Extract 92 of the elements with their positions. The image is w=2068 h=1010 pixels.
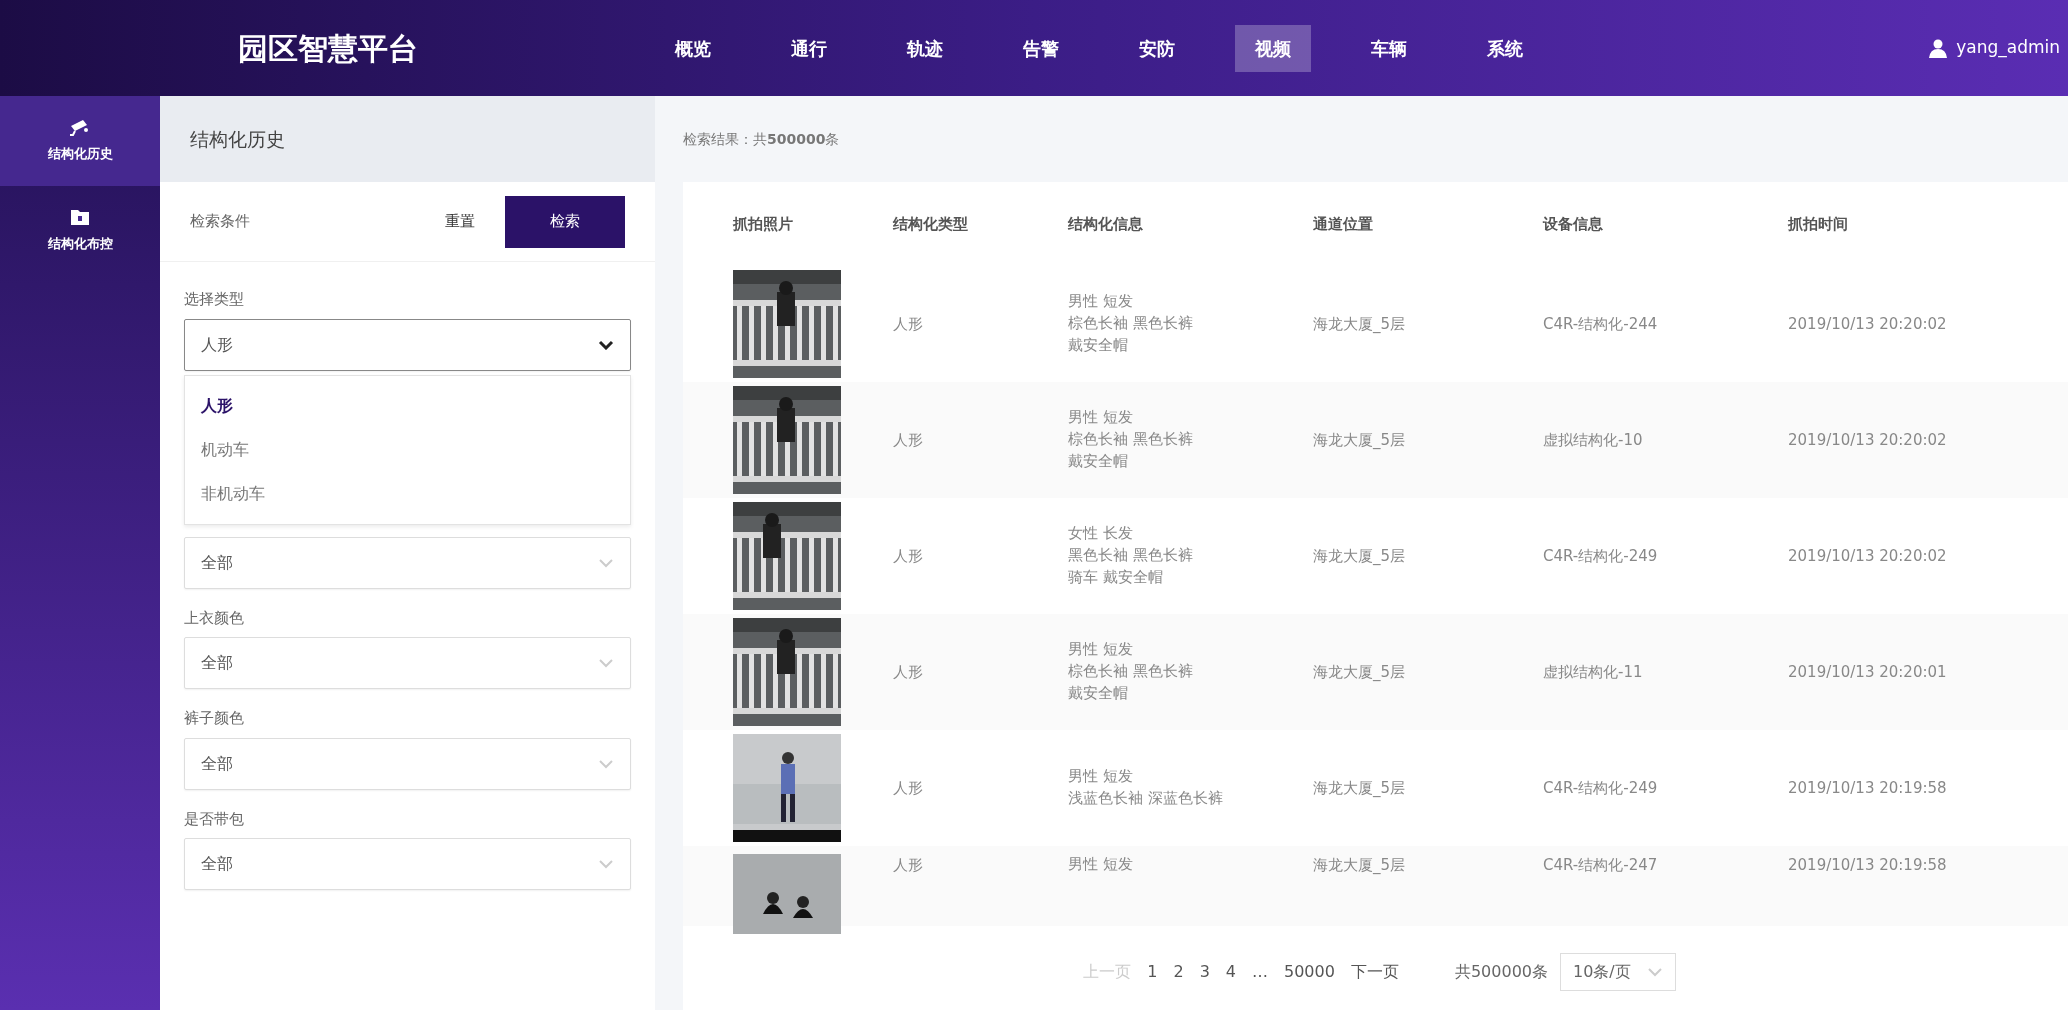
table-cell: C4R-结构化-247	[1543, 856, 1658, 874]
result-summary: 检索结果：共500000条	[683, 129, 840, 149]
field-label: 上衣颜色	[184, 607, 245, 629]
dropdown-option[interactable]: 人形	[185, 383, 630, 428]
nav-tab[interactable]: 通行	[771, 24, 847, 72]
section-label: 检索条件	[190, 211, 251, 233]
page-button[interactable]: 2	[1165, 960, 1192, 984]
page-button[interactable]: …	[1244, 960, 1276, 984]
user-name[interactable]: yang_admin	[1956, 35, 2060, 61]
table-cell-text: 男性 短发	[1068, 854, 1134, 875]
nav-tab[interactable]: 车辆	[1351, 24, 1427, 72]
table-cell: 人形	[893, 662, 923, 681]
page-button[interactable]: 4	[1217, 960, 1244, 984]
table-cell: 2019/10/13 20:19:58	[1788, 778, 1947, 797]
table-cell-text: 棕色长袖 黑色长裤	[1068, 313, 1194, 335]
column-header: 结构化类型	[893, 213, 969, 235]
select-field[interactable]: 全部	[184, 536, 631, 589]
table-cell: 2019/10/13 20:20:02	[1788, 314, 1947, 333]
field-label: 选择类型	[184, 289, 245, 310]
app-title: 园区智慧平台	[236, 29, 419, 68]
table-cell-text: 女性 长发	[1068, 523, 1134, 545]
table-cell: 虚拟结构化-10	[1543, 430, 1643, 449]
folder-icon	[70, 208, 90, 227]
table-cell: 2019/10/13 20:19:58	[1788, 856, 1947, 874]
page-size-select[interactable]: 10条/页	[1560, 953, 1676, 991]
table-cell-text: 棕色长袖 黑色长裤	[1068, 429, 1194, 451]
table-cell-text: 男性 短发	[1068, 407, 1134, 429]
panel-title: 结构化历史	[190, 126, 285, 152]
nav-tab[interactable]: 视频	[1235, 24, 1311, 72]
table-cell: 海龙大厦_5层	[1313, 778, 1406, 797]
column-header: 抓拍照片	[732, 213, 794, 235]
table-cell: 海龙大厦_5层	[1313, 546, 1406, 565]
nav-tab[interactable]: 安防	[1119, 24, 1195, 72]
table-cell: 人形	[893, 856, 923, 874]
camera-icon	[69, 118, 91, 137]
select-field[interactable]: 全部	[184, 838, 631, 890]
field-label: 裤子颜色	[184, 708, 245, 729]
table-cell-text: 骑车 戴安全帽	[1068, 566, 1164, 588]
table-cell: 人形	[893, 430, 923, 449]
next-page-button[interactable]: 下一页	[1342, 960, 1407, 984]
page-button[interactable]: 3	[1191, 960, 1218, 984]
column-header: 设备信息	[1543, 213, 1604, 235]
table-cell: 海龙大厦_5层	[1313, 662, 1406, 681]
user-icon	[1928, 38, 1949, 58]
page-button[interactable]: 50000	[1276, 960, 1343, 984]
table-cell: C4R-结构化-249	[1543, 546, 1658, 565]
table-cell: 虚拟结构化-11	[1543, 662, 1643, 681]
table-cell: 人形	[893, 546, 923, 565]
chevron-icon	[1646, 967, 1663, 977]
table-cell-text: 黑色长袖 黑色长裤	[1068, 545, 1194, 567]
nav-tab[interactable]: 告警	[1003, 24, 1079, 72]
column-header: 结构化信息	[1068, 213, 1144, 235]
nav-tab[interactable]: 系统	[1467, 24, 1543, 72]
field-label: 是否带包	[184, 808, 245, 830]
reset-button[interactable]: 重置	[439, 209, 481, 234]
column-header: 通道位置	[1313, 213, 1374, 235]
table-cell-text: 棕色长袖 黑色长裤	[1068, 661, 1194, 683]
table-cell: 海龙大厦_5层	[1313, 314, 1406, 333]
nav-tab[interactable]: 概览	[655, 24, 731, 72]
table-cell-text: 戴安全帽	[1068, 334, 1129, 356]
table-cell-text: 男性 短发	[1068, 639, 1134, 661]
dropdown-option[interactable]: 非机动车	[185, 471, 630, 516]
sidebar-item[interactable]: 结构化历史	[0, 96, 160, 186]
table-cell: 人形	[893, 778, 923, 797]
select-field[interactable]: 全部	[184, 737, 631, 790]
chevron-icon	[598, 339, 614, 350]
search-button[interactable]: 检索	[505, 195, 625, 248]
table-cell: C4R-结构化-249	[1543, 778, 1658, 797]
table-cell: 2019/10/13 20:20:02	[1788, 546, 1947, 565]
table-cell-text: 戴安全帽	[1068, 450, 1129, 472]
table-cell: 2019/10/13 20:20:01	[1788, 662, 1947, 681]
select-field[interactable]: 全部	[184, 637, 631, 689]
page-button[interactable]: 1	[1139, 960, 1166, 984]
chevron-icon	[598, 758, 614, 769]
chevron-icon	[598, 557, 614, 568]
column-header: 抓拍时间	[1788, 213, 1849, 235]
dropdown-option[interactable]: 机动车	[185, 427, 630, 472]
nav-tab[interactable]: 轨迹	[887, 24, 963, 72]
table-cell-text: 男性 短发	[1068, 766, 1134, 788]
chevron-icon	[598, 859, 614, 869]
table-cell: 海龙大厦_5层	[1313, 856, 1406, 874]
table-cell: C4R-结构化-244	[1543, 314, 1658, 333]
sidebar-item[interactable]: 结构化布控	[0, 186, 160, 276]
table-cell-text: 戴安全帽	[1068, 682, 1129, 704]
table-cell-text: 男性 短发	[1068, 291, 1134, 313]
table-cell-text: 浅蓝色长袖 深蓝色长裤	[1068, 788, 1224, 809]
total-count: 共500000条	[1454, 961, 1548, 983]
table-cell: 人形	[893, 314, 923, 333]
table-cell: 海龙大厦_5层	[1313, 430, 1406, 449]
table-cell: 2019/10/13 20:20:02	[1788, 430, 1947, 449]
select-field[interactable]: 人形	[184, 318, 631, 371]
chevron-icon	[598, 658, 614, 668]
